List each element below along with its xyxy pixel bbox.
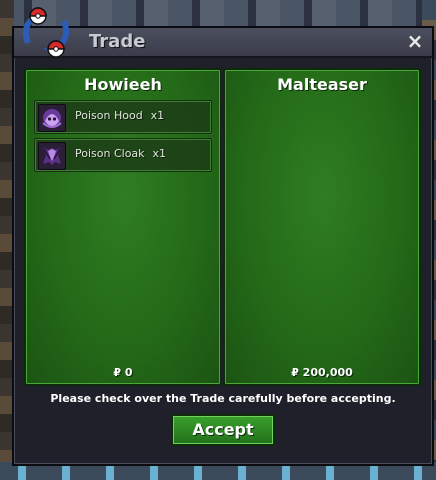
player-name: Howieeh (84, 75, 162, 94)
money-offer: ₽ 200,000 (291, 366, 353, 379)
accept-button[interactable]: Accept (171, 414, 275, 446)
trade-logo-icon (14, 3, 84, 61)
trade-window: Trade × Howieeh Poison Hood x1 Poison Cl… (12, 26, 434, 466)
trade-item-slot[interactable]: Poison Cloak x1 (34, 138, 212, 172)
item-quantity: x1 (152, 147, 167, 160)
item-name: Poison Cloak (75, 147, 145, 160)
item-quantity: x1 (150, 109, 165, 122)
window-title: Trade (89, 31, 146, 52)
close-icon[interactable]: × (404, 30, 426, 52)
money-offer: ₽ 0 (113, 366, 133, 379)
trade-notice: Please check over the Trade carefully be… (50, 392, 396, 405)
poison-cloak-icon (38, 142, 66, 170)
player-offer-panel-right: Malteaser ₽ 200,000 (223, 68, 421, 386)
trade-item-slot[interactable]: Poison Hood x1 (34, 100, 212, 134)
poison-hood-icon (38, 104, 66, 132)
item-name: Poison Hood (75, 109, 143, 122)
player-name: Malteaser (277, 75, 367, 94)
player-offer-panel-left: Howieeh Poison Hood x1 Poison Cloak x1 ₽… (24, 68, 222, 386)
